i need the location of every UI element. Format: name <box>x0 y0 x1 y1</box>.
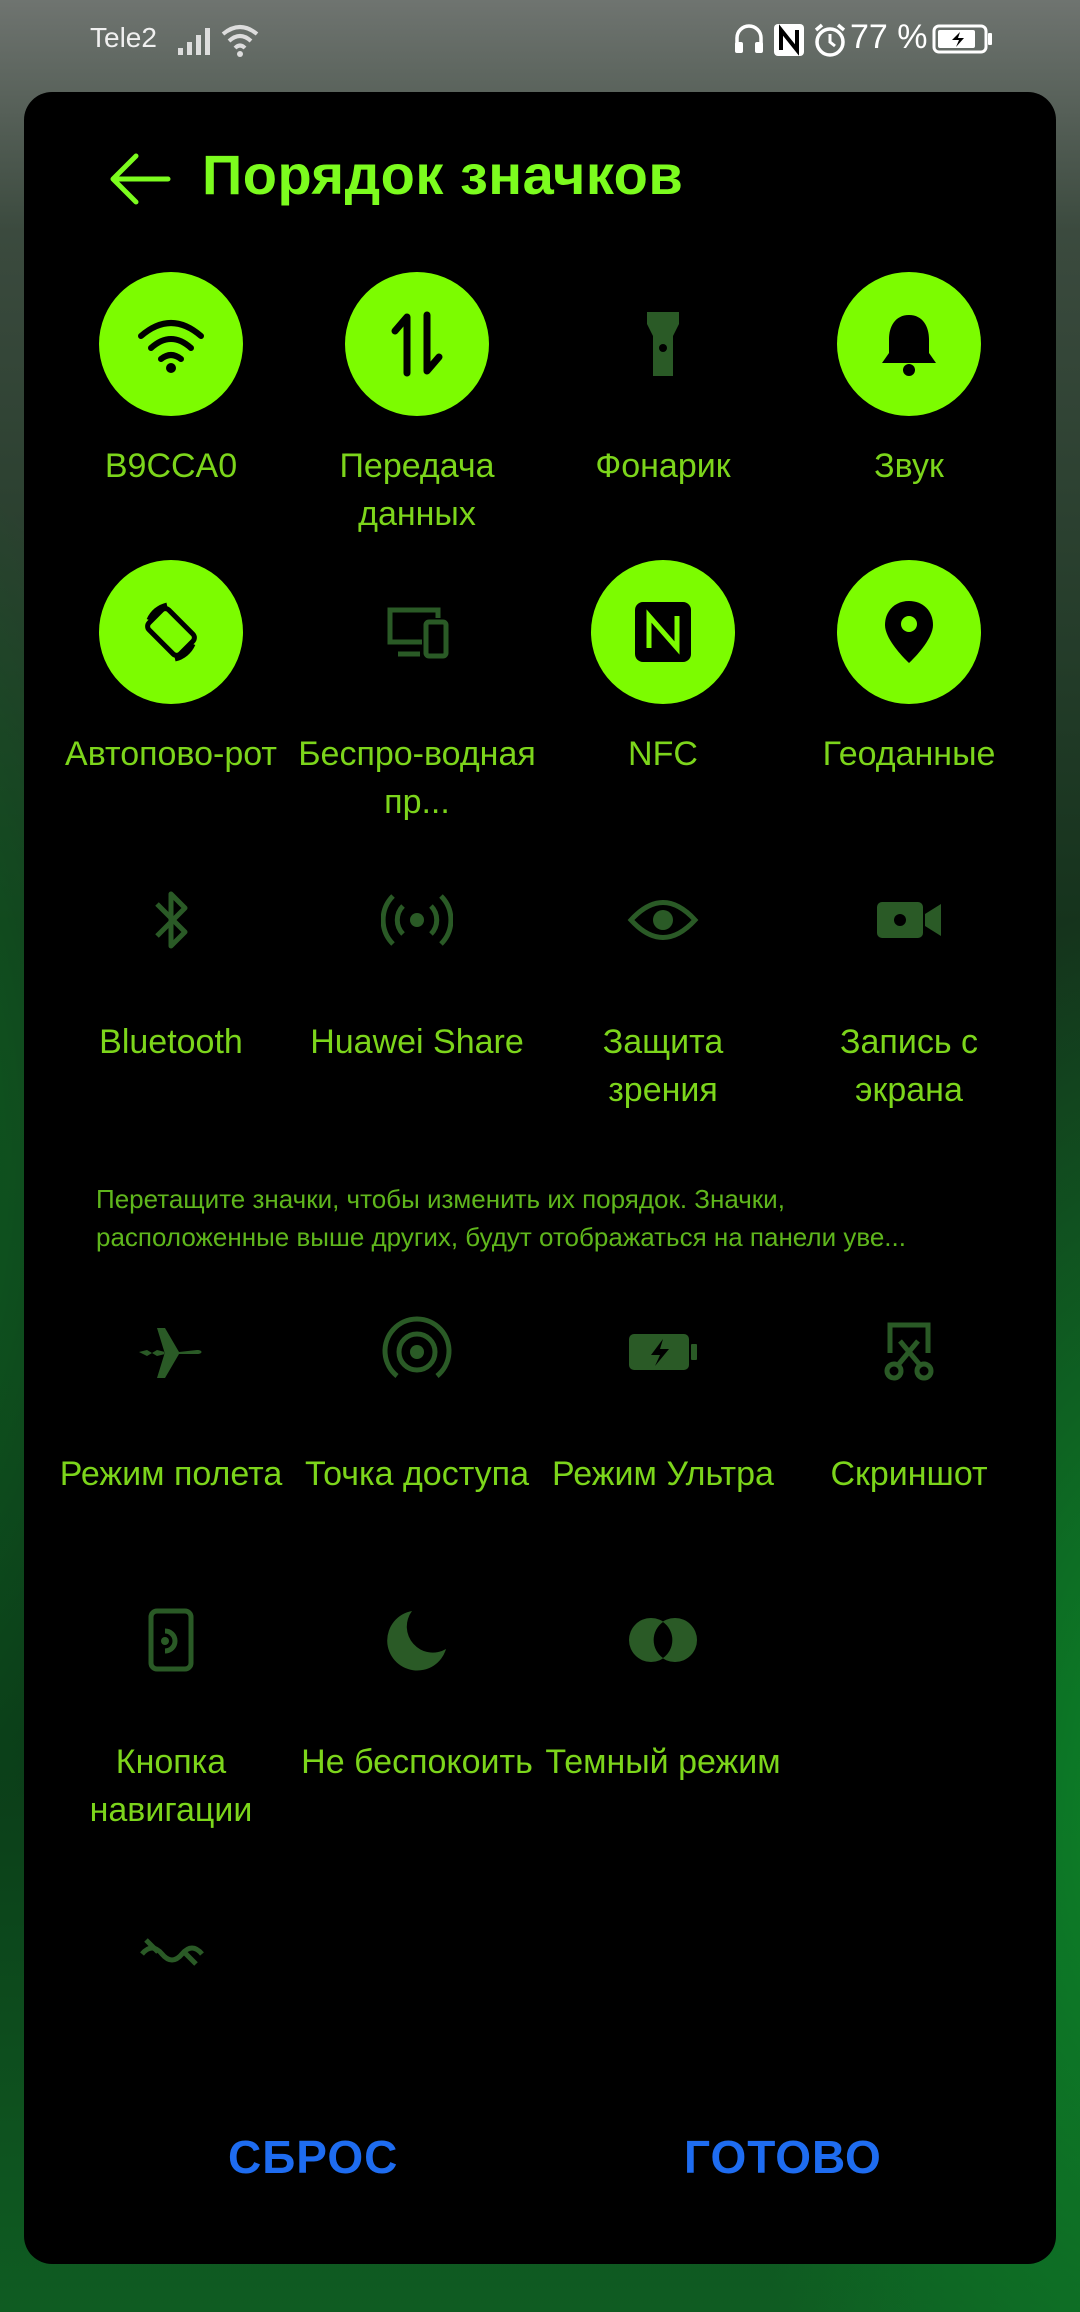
tile-nav-button-circle[interactable] <box>99 1568 243 1712</box>
nav-button-icon <box>148 1608 194 1672</box>
tile-airplane-mode-circle[interactable] <box>99 1280 243 1424</box>
tile-screenshot[interactable]: Скриншот <box>786 1280 1032 1498</box>
tile-label: Фонарик <box>595 447 731 485</box>
tile-label: Скриншот <box>830 1455 988 1493</box>
alarm-icon <box>814 23 846 57</box>
moon-icon <box>387 1611 446 1671</box>
tile-eye-comfort[interactable]: Защита зрения <box>540 848 786 1114</box>
tile-wifi[interactable]: B9CCA0 <box>48 272 294 490</box>
wireless-projection-icon <box>387 607 449 659</box>
tile-do-not-disturb-circle[interactable] <box>345 1568 489 1712</box>
tile-label: B9CCA0 <box>104 447 238 485</box>
tile-dark-mode[interactable]: Темный режим <box>540 1568 786 1786</box>
dark-mode-icon <box>629 1618 697 1662</box>
carrier-name: Tele2 <box>90 22 157 53</box>
tile-label: Передача данных <box>339 447 495 533</box>
reset-button[interactable]: СБРОС <box>228 2130 398 2184</box>
tile-location[interactable]: Геоданные <box>786 560 1032 778</box>
tile-wireless-projection[interactable]: Беспро-водная пр... <box>294 560 540 826</box>
tile-label: Кнопка навигации <box>89 1743 253 1829</box>
tile-huawei-share-circle[interactable] <box>345 848 489 992</box>
tile-huawei-share[interactable]: Huawei Share <box>294 848 540 1066</box>
tile-auto-rotate-circle[interactable] <box>99 560 243 704</box>
signal-icon <box>178 28 210 55</box>
auto-rotate-icon <box>145 602 197 662</box>
eye-icon <box>627 900 699 940</box>
battery-ultra-icon <box>629 1334 697 1370</box>
tile-hotspot[interactable]: Точка доступа <box>294 1280 540 1498</box>
tile-screen-record-circle[interactable] <box>837 848 981 992</box>
tile-bluetooth[interactable]: Bluetooth <box>48 848 294 1066</box>
tile-label: Режим Ультра <box>552 1455 774 1493</box>
status-bar: Tele2 77 % <box>0 0 1080 90</box>
headphones-icon <box>735 24 763 53</box>
wifi-status-icon <box>221 25 259 57</box>
tile-label: Точка доступа <box>305 1455 529 1493</box>
drag-hint: Перетащите значки, чтобы изменить их пор… <box>96 1184 906 1252</box>
tile-screen-record[interactable]: Запись с экрана <box>786 848 1032 1114</box>
tile-label: Не беспокоить <box>301 1743 533 1781</box>
tile-sound-circle[interactable] <box>837 272 981 416</box>
tile-ultra-mode-circle[interactable] <box>591 1280 735 1424</box>
tile-sound[interactable]: Звук <box>786 272 1032 490</box>
tile-label: Беспро-водная пр... <box>298 735 536 821</box>
tile-airplane-mode[interactable]: Режим полета <box>48 1280 294 1498</box>
tile-wave-circle[interactable] <box>99 1880 243 2024</box>
tile-bluetooth-circle[interactable] <box>99 848 243 992</box>
hotspot-icon <box>382 1316 452 1378</box>
tile-wireless-projection-circle[interactable] <box>345 560 489 704</box>
tile-label: Защита зрения <box>602 1023 724 1109</box>
done-button[interactable]: ГОТОВО <box>684 2130 882 2184</box>
tile-label: Bluetooth <box>99 1023 243 1061</box>
tile-label: Темный режим <box>545 1743 781 1781</box>
airplane-icon <box>139 1328 202 1378</box>
back-arrow-icon[interactable] <box>96 134 186 224</box>
tile-eye-comfort-circle[interactable] <box>591 848 735 992</box>
page-title: Порядок значков <box>202 143 684 206</box>
tile-nfc-circle[interactable] <box>591 560 735 704</box>
location-icon <box>885 601 933 663</box>
wave-icon <box>140 1938 204 1966</box>
battery-icon <box>932 24 992 54</box>
tile-label: Huawei Share <box>310 1023 524 1061</box>
bluetooth-icon <box>155 891 188 949</box>
flashlight-icon <box>647 312 679 376</box>
tile-flashlight[interactable]: Фонарик <box>540 272 786 490</box>
tile-label: Геоданные <box>822 735 996 773</box>
tile-do-not-disturb[interactable]: Не беспокоить <box>294 1568 540 1786</box>
data-transfer-icon <box>391 311 443 377</box>
tile-nav-button[interactable]: Кнопка навигации <box>48 1568 294 1834</box>
nfc-icon <box>635 602 691 662</box>
nfc-status-icon <box>774 24 804 56</box>
tile-flashlight-circle[interactable] <box>591 272 735 416</box>
huawei-share-icon <box>381 894 453 946</box>
tile-wifi-circle[interactable] <box>99 272 243 416</box>
tile-label: Режим полета <box>59 1455 283 1493</box>
tile-wave[interactable] <box>48 1880 294 2024</box>
tile-dark-mode-circle[interactable] <box>591 1568 735 1712</box>
tile-screenshot-circle[interactable] <box>837 1280 981 1424</box>
tile-label: Звук <box>874 447 944 485</box>
tile-label: NFC <box>628 735 698 773</box>
tile-nfc[interactable]: NFC <box>540 560 786 778</box>
tile-mobile-data-circle[interactable] <box>345 272 489 416</box>
wifi-icon <box>138 320 204 373</box>
tile-hotspot-circle[interactable] <box>345 1280 489 1424</box>
screen-record-icon <box>877 902 941 938</box>
tile-location-circle[interactable] <box>837 560 981 704</box>
bell-icon <box>882 315 936 376</box>
tile-auto-rotate[interactable]: Автопово-рот <box>48 560 294 778</box>
tile-mobile-data[interactable]: Передача данных <box>294 272 540 538</box>
battery-percent: 77 % <box>850 18 928 56</box>
tile-label: Автопово-рот <box>65 735 277 773</box>
tile-ultra-mode[interactable]: Режим Ультра <box>540 1280 786 1498</box>
tile-label: Запись с экрана <box>839 1023 978 1109</box>
screenshot-icon <box>884 1322 934 1381</box>
